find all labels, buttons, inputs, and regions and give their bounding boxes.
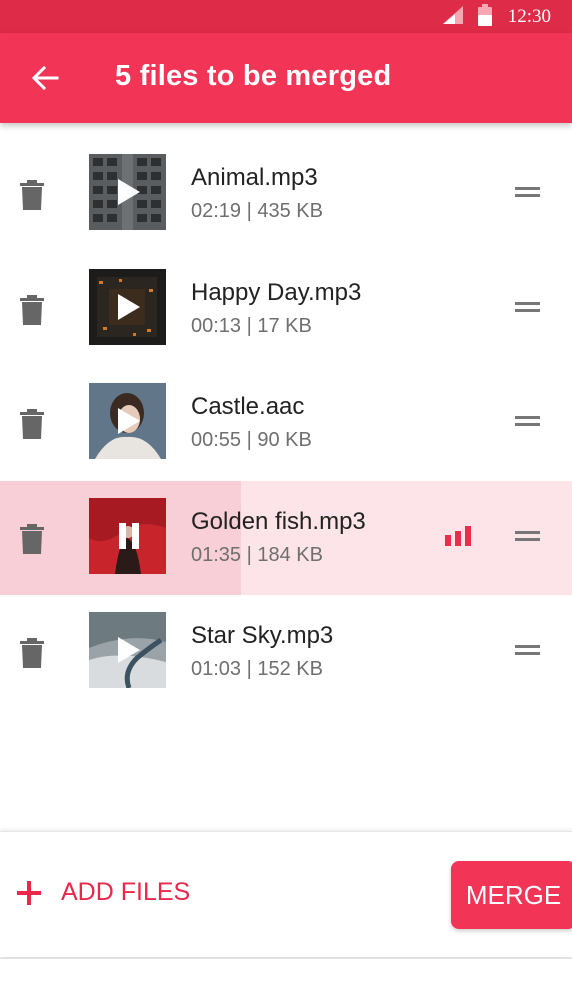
track-row[interactable]: Star Sky.mp3 01:03 | 152 KB	[0, 595, 572, 710]
track-row[interactable]: Animal.mp3 02:19 | 435 KB	[0, 137, 572, 252]
track-meta: 00:55 | 90 KB	[191, 429, 312, 452]
delete-icon[interactable]	[20, 638, 44, 669]
track-list: Animal.mp3 02:19 | 435 KB Happy Day.mp3 …	[0, 137, 572, 710]
track-row[interactable]: Happy Day.mp3 00:13 | 17 KB	[0, 252, 572, 367]
track-name: Happy Day.mp3	[191, 278, 362, 306]
plus-icon	[17, 880, 41, 905]
battery-icon	[478, 4, 492, 26]
album-thumbnail[interactable]	[89, 383, 166, 460]
drag-handle-icon[interactable]	[515, 528, 540, 544]
delete-icon[interactable]	[20, 294, 44, 325]
track-name: Castle.aac	[191, 393, 305, 421]
pause-icon[interactable]	[116, 522, 142, 550]
track-name: Star Sky.mp3	[191, 622, 334, 650]
track-name: Animal.mp3	[191, 164, 318, 191]
album-thumbnail[interactable]	[89, 612, 166, 689]
status-bar: 12:30	[0, 0, 572, 33]
add-files-label: ADD FILES	[61, 878, 191, 906]
album-thumbnail[interactable]	[89, 268, 166, 345]
track-meta: 02:19 | 435 KB	[191, 200, 323, 222]
track-row-playing[interactable]: Golden fish.mp3 01:35 | 184 KB	[0, 480, 572, 596]
delete-icon[interactable]	[20, 409, 44, 440]
play-icon[interactable]	[116, 178, 142, 206]
delete-icon[interactable]	[20, 523, 44, 554]
bottom-action-bar: ADD FILES MERGE	[0, 831, 572, 957]
bottom-strip	[0, 958, 572, 1007]
equalizer-icon	[445, 525, 471, 546]
merge-button[interactable]: MERGE	[451, 861, 572, 929]
add-files-button[interactable]: ADD FILES	[16, 878, 190, 907]
album-thumbnail[interactable]	[89, 154, 166, 230]
drag-handle-icon[interactable]	[515, 642, 540, 658]
track-meta: 01:35 | 184 KB	[191, 543, 323, 566]
track-name: Golden fish.mp3	[191, 507, 366, 535]
track-meta: 01:03 | 152 KB	[191, 658, 323, 681]
drag-handle-icon[interactable]	[515, 184, 540, 200]
play-icon[interactable]	[116, 293, 142, 321]
play-icon[interactable]	[116, 407, 142, 435]
album-thumbnail[interactable]	[89, 497, 166, 574]
app-bar: 5 files to be merged	[0, 33, 572, 123]
drag-handle-icon[interactable]	[515, 299, 540, 315]
delete-icon[interactable]	[20, 180, 44, 210]
play-icon[interactable]	[116, 636, 142, 664]
drag-handle-icon[interactable]	[515, 413, 540, 429]
back-arrow-icon[interactable]	[31, 64, 59, 92]
track-row[interactable]: Castle.aac 00:55 | 90 KB	[0, 366, 572, 481]
signal-icon	[443, 6, 463, 24]
status-time: 12:30	[507, 6, 551, 27]
track-meta: 00:13 | 17 KB	[191, 314, 312, 337]
page-title: 5 files to be merged	[115, 60, 392, 92]
